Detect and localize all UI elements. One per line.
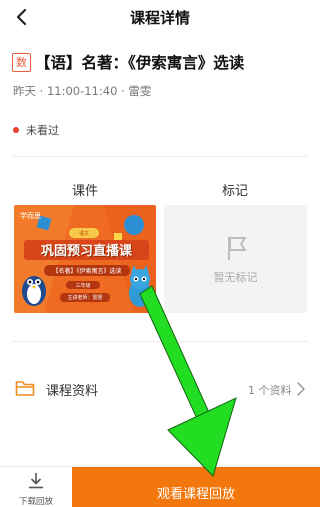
status-text: 未看过 bbox=[26, 124, 59, 137]
top-bar: 课程详情 bbox=[0, 0, 320, 34]
divider bbox=[12, 156, 308, 157]
course-title: 【语】名著：《伊索寓言》选读 bbox=[35, 54, 245, 72]
flag-icon bbox=[228, 237, 246, 260]
divider bbox=[12, 341, 308, 342]
courseware-title: 巩固预习直播课 bbox=[24, 240, 149, 260]
courseware-grade: 三年级 bbox=[66, 281, 100, 289]
cat-mascot-icon bbox=[129, 265, 151, 307]
tab-marks[interactable]: 标记 bbox=[222, 180, 248, 199]
course-materials-row[interactable]: 课程资料 1 个资料 bbox=[0, 373, 320, 405]
courseware-subtitle: 【名著】《伊索寓言》选读 bbox=[44, 265, 130, 276]
courseware-card[interactable]: 学而思 语文 巩固预习直播课 【名著】《伊索寓言》选读 三年级 主讲老师：雷雯 bbox=[14, 205, 156, 313]
status-dot-icon bbox=[13, 127, 19, 133]
penguin-mascot-icon bbox=[22, 276, 46, 306]
course-materials-label: 课程资料 bbox=[46, 384, 99, 399]
tab-courseware[interactable]: 课件 bbox=[72, 180, 98, 199]
watch-status: 未看过 bbox=[13, 122, 59, 138]
marks-card: 暂无标记 bbox=[164, 205, 307, 313]
folder-icon bbox=[15, 381, 35, 396]
back-button[interactable] bbox=[10, 6, 32, 28]
course-materials-count: 1 个资料 bbox=[248, 384, 292, 397]
chevron-right-icon bbox=[297, 382, 305, 396]
courseware-logo: 学而思 bbox=[20, 212, 41, 220]
course-title-row: 数 【语】名著：《伊索寓言》选读 bbox=[12, 51, 312, 73]
course-meta: 昨天 · 11:00-11:40 · 雷雯 bbox=[13, 84, 152, 98]
bottom-action-bar: 下载回放 观看课程回放 bbox=[0, 466, 320, 507]
courseware-teacher: 主讲老师：雷雯 bbox=[60, 293, 110, 302]
watch-replay-label: 观看课程回放 bbox=[156, 487, 235, 502]
empty-marks-text: 暂无标记 bbox=[213, 271, 258, 284]
download-replay-button[interactable]: 下载回放 bbox=[0, 467, 72, 507]
watch-replay-button[interactable]: 观看课程回放 bbox=[72, 467, 320, 507]
chevron-left-icon bbox=[16, 8, 27, 26]
subject-badge: 数 bbox=[12, 52, 31, 72]
courseware-tag: 语文 bbox=[69, 228, 99, 238]
page-title: 课程详情 bbox=[129, 8, 190, 27]
download-replay-label: 下载回放 bbox=[18, 497, 53, 507]
download-icon bbox=[29, 473, 43, 489]
